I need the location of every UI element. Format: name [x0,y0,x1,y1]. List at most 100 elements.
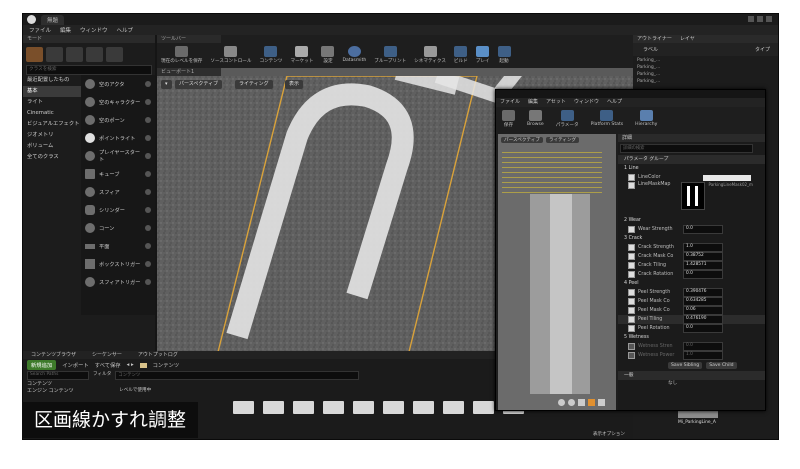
details-tab[interactable]: 詳細 [618,134,765,142]
path-search-input[interactable]: Search Paths [27,371,89,380]
help-icon[interactable] [145,279,151,285]
source-control-button[interactable]: ソースコントロール [210,46,251,64]
category-basic[interactable]: 基本 [23,86,81,97]
category-geometry[interactable]: ジオメトリ [23,130,81,141]
folder-icon[interactable] [443,401,464,414]
geometry-mode-icon[interactable] [106,47,123,62]
landscape-mode-icon[interactable] [66,47,83,62]
category-cinematic[interactable]: Cinematic [23,108,81,119]
value-field[interactable]: 1.0 [683,243,723,252]
mie-menu-help[interactable]: ヘルプ [607,98,622,107]
folder-icon[interactable] [233,401,254,414]
foliage-mode-icon[interactable] [86,47,103,62]
texture-thumbnail[interactable] [681,182,706,210]
value-field[interactable]: 0.0 [683,270,723,279]
menu-window[interactable]: ウィンドウ [80,26,108,34]
mie-hierarchy-button[interactable]: Hierarchy [635,110,657,130]
checkbox[interactable] [628,174,635,181]
value-field[interactable]: 0.38752 [683,252,723,261]
checkbox[interactable] [628,316,635,323]
build-button[interactable]: ビルド [454,46,468,64]
value-field[interactable]: 1.428571 [683,261,723,270]
menu-help[interactable]: ヘルプ [117,26,134,34]
perspective-button[interactable]: パースペクティブ [175,80,223,89]
content-button[interactable]: コンテンツ [259,46,282,64]
list-item[interactable]: Parking_... [637,79,776,86]
value-field[interactable]: 0.06 [683,306,723,315]
help-icon[interactable] [145,225,151,231]
preview-perspective-button[interactable]: パースペクティブ [501,137,543,143]
checkbox[interactable] [628,343,635,350]
mie-params-button[interactable]: パラメータ [556,110,579,130]
help-icon[interactable] [145,81,151,87]
filter-button[interactable]: フィルタ [93,371,111,380]
placeable-item[interactable]: キューブ [81,165,155,183]
menu-edit[interactable]: 編集 [60,26,71,34]
nav-arrows-icon[interactable]: ◂ ▸ [127,362,134,368]
checkbox[interactable] [628,271,635,278]
placeable-item[interactable]: ポイントライト [81,129,155,147]
list-item[interactable]: Parking_... [637,58,776,65]
placeable-item[interactable]: コーン [81,219,155,237]
label-column[interactable]: ラベル [643,46,658,53]
checkbox[interactable] [628,244,635,251]
texture-field[interactable]: ParkingLineMask02_m [708,182,752,187]
place-mode-icon[interactable] [26,47,43,62]
checkbox[interactable] [628,289,635,296]
folder-icon[interactable] [473,401,494,414]
value-field[interactable]: 0.0 [683,342,723,351]
minimize-icon[interactable] [748,16,754,22]
level-tab[interactable]: 無題 [41,15,65,25]
viewport-options-button[interactable]: ▾ [161,80,172,89]
param-group-header[interactable]: パラメータ グループ [618,155,765,164]
details-search-input[interactable]: 詳細の検索 [620,144,753,153]
placeable-item[interactable]: 平面 [81,237,155,255]
save-level-button[interactable]: 現在のレベルを保存 [161,46,202,64]
mie-browse-button[interactable]: Browse [527,110,544,130]
group-wear[interactable]: 2 Wear [618,216,765,225]
settings-button[interactable]: 設定 [321,46,335,64]
help-icon[interactable] [145,117,151,123]
datasmith-button[interactable]: Datasmith [342,46,366,64]
category-volumes[interactable]: ボリューム [23,141,81,152]
save-all-button[interactable]: すべて保存 [95,361,121,369]
type-column[interactable]: タイプ [755,46,770,53]
material-preview[interactable]: パースペクティブ ライティング [498,134,616,410]
content-search-input[interactable]: コンテンツ [115,371,360,380]
checkbox[interactable] [628,253,635,260]
value-field[interactable]: 0.390476 [683,288,723,297]
import-button[interactable]: インポート [62,361,89,369]
marketplace-button[interactable]: マーケット [290,46,313,64]
value-field[interactable]: 0.0 [683,324,723,333]
help-icon[interactable] [145,153,151,159]
checkbox[interactable] [628,298,635,305]
mie-menu-asset[interactable]: アセット [546,98,566,107]
category-lights[interactable]: ライト [23,97,81,108]
category-recent[interactable]: 最近配置したもの [23,75,81,86]
category-all-classes[interactable]: 全てのクラス [23,152,81,163]
value-field[interactable]: 0.634285 [683,297,723,306]
add-new-button[interactable]: 新規追加 [27,360,57,370]
window-controls[interactable] [748,16,774,23]
value-field[interactable]: 1.0 [683,351,723,360]
value-field[interactable]: 0.476190 [683,315,723,324]
folder-icon[interactable] [293,401,314,414]
help-icon[interactable] [145,243,151,249]
list-item[interactable]: Parking_... [637,72,776,79]
help-icon[interactable] [145,171,151,177]
blueprints-button[interactable]: ブループリント [374,46,406,64]
help-icon[interactable] [145,261,151,267]
checkbox[interactable] [628,325,635,332]
general-section-header[interactable]: 一般 [618,371,765,380]
value-field[interactable]: 0.0 [683,225,723,234]
mie-menu-edit[interactable]: 編集 [528,98,538,107]
teapot-preview-icon[interactable] [598,399,605,406]
help-icon[interactable] [145,207,151,213]
help-icon[interactable] [145,99,151,105]
mie-menu-window[interactable]: ウィンドウ [574,98,599,107]
placeable-item[interactable]: 空のキャラクター [81,93,155,111]
tab-output-log[interactable]: アウトプットログ [138,351,178,359]
tab-layers[interactable]: レイヤ [680,35,695,43]
cube-preview-icon[interactable] [588,399,595,406]
sphere-preview-icon[interactable] [568,399,575,406]
